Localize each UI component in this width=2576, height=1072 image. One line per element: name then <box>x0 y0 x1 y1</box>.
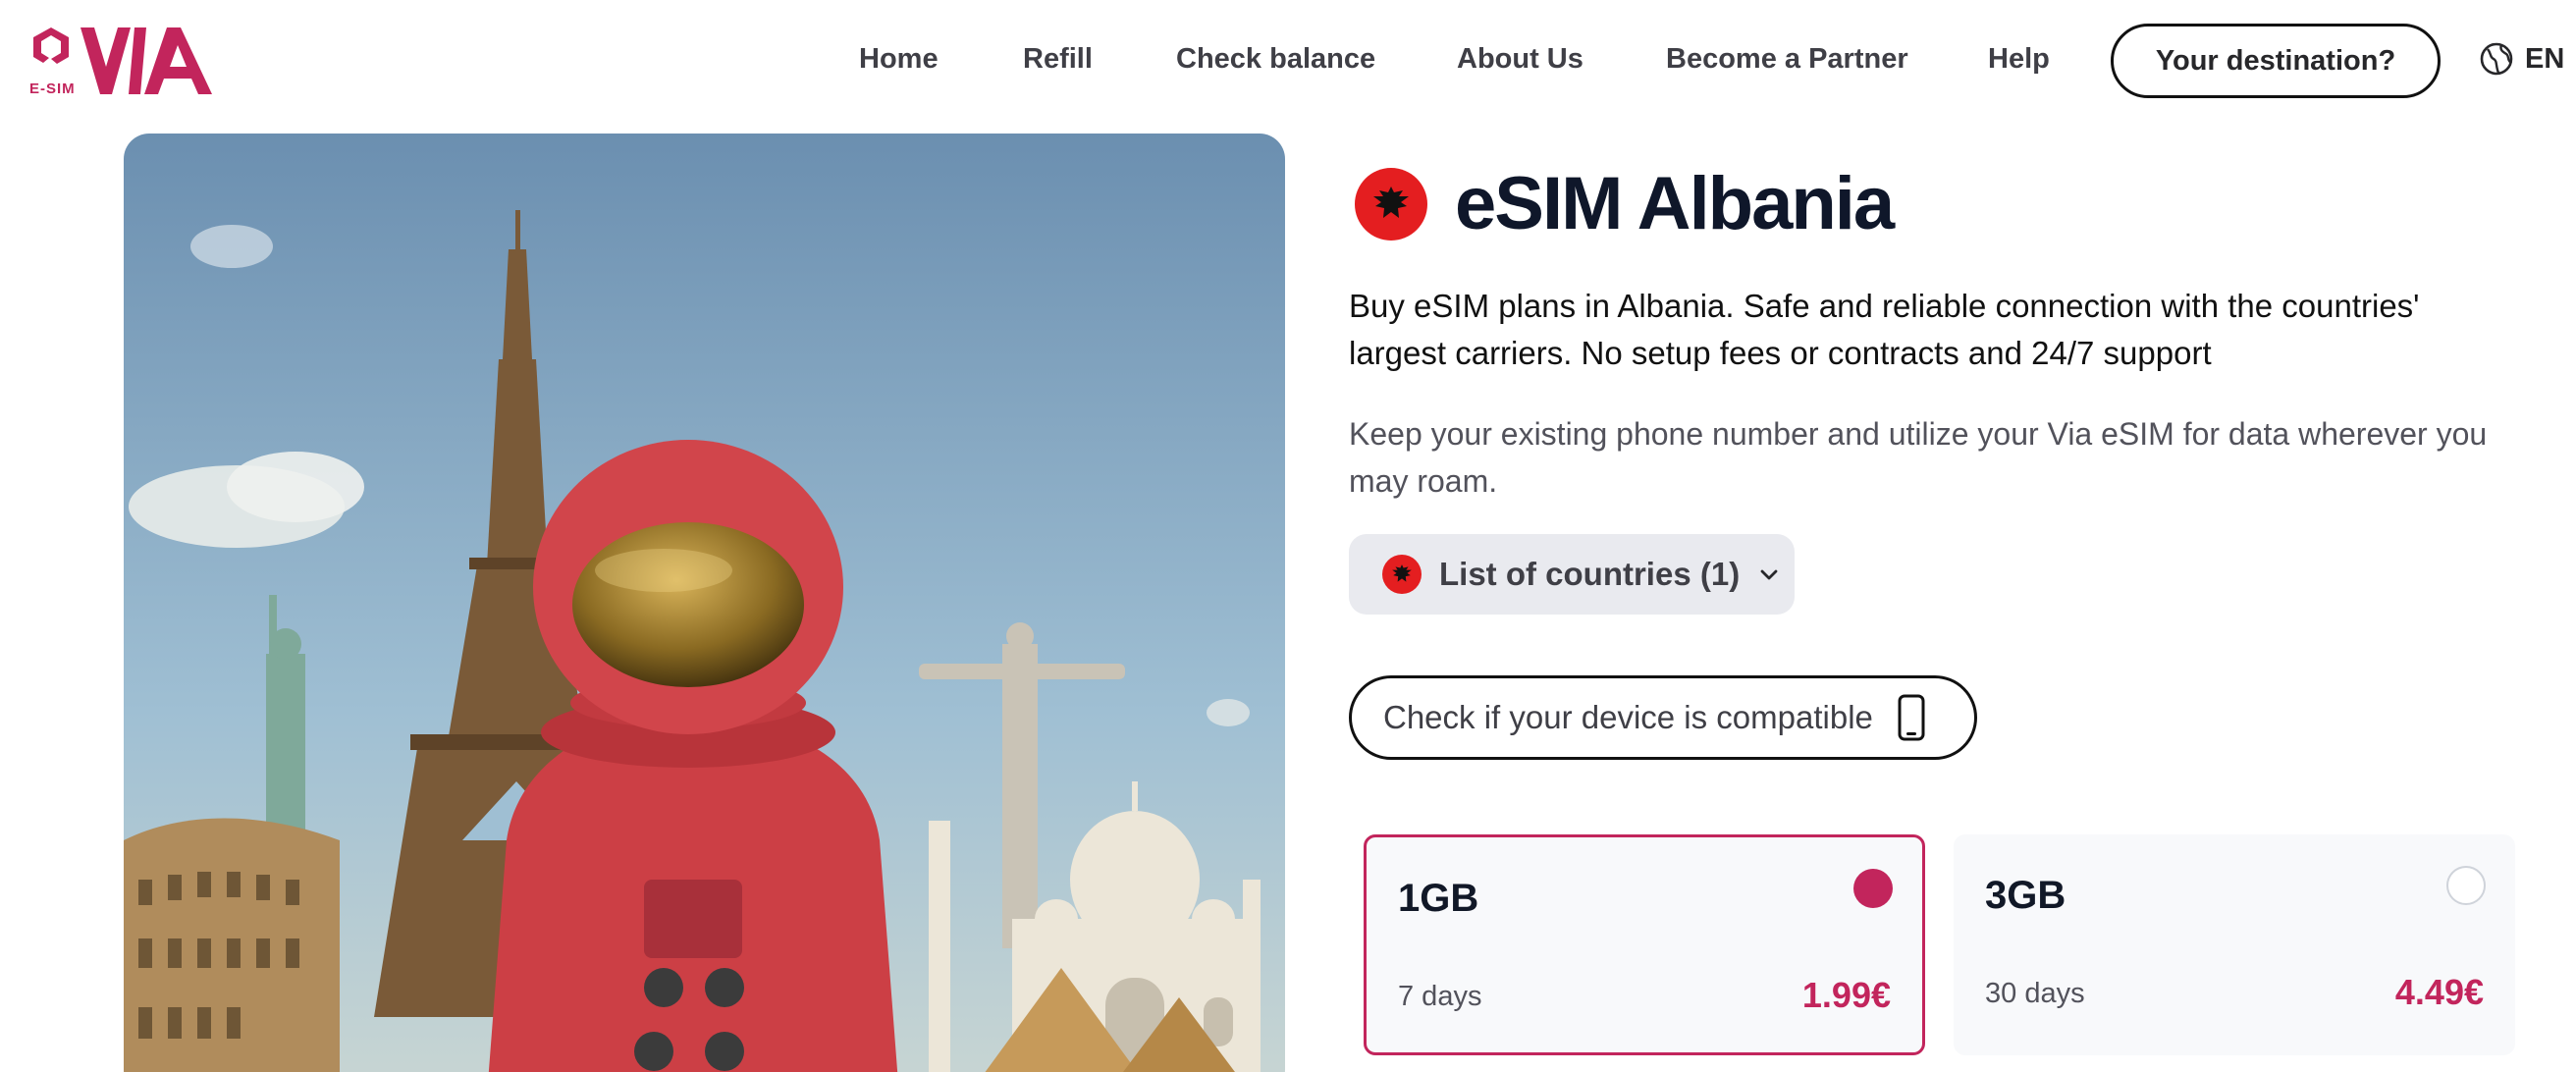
check-compatibility-label: Check if your device is compatible <box>1383 699 1873 735</box>
plan-radio-unselected[interactable] <box>2446 866 2486 905</box>
albania-flag-icon <box>1355 167 1427 241</box>
logo-esim-label: E-SIM <box>29 80 76 97</box>
countries-list-button[interactable]: List of countries (1) <box>1349 534 1795 615</box>
chevron-down-icon <box>1760 569 1778 580</box>
albania-flag-icon <box>1382 555 1422 594</box>
title-row: eSIM Albania <box>1355 161 1895 246</box>
nav-refill[interactable]: Refill <box>1023 37 1093 80</box>
globe-icon <box>2480 42 2513 76</box>
hero-image <box>124 134 1285 1072</box>
plan-days: 30 days <box>1985 978 2085 1009</box>
language-label: EN <box>2525 42 2565 75</box>
language-selector[interactable]: EN <box>2480 37 2564 80</box>
plan-days: 7 days <box>1398 981 1482 1012</box>
plan-card-3gb[interactable]: 3GB 30 days 4.49€ <box>1954 834 2515 1055</box>
nav-home[interactable]: Home <box>859 37 939 80</box>
sub-text: Keep your existing phone number and util… <box>1349 416 2488 499</box>
plan-price: 4.49€ <box>2394 972 2484 1012</box>
page-title: eSIM Albania <box>1455 162 1895 245</box>
eagle-icon <box>1373 186 1409 218</box>
nav-check-balance[interactable]: Check balance <box>1176 37 1375 80</box>
eagle-icon <box>1392 564 1412 582</box>
plan-price: 1.99€ <box>1801 975 1891 1015</box>
countries-list-label: List of countries (1) <box>1439 556 1741 592</box>
plan-size: 1GB <box>1398 877 1479 920</box>
plan-radio-selected[interactable] <box>1853 869 1893 908</box>
check-compatibility-button[interactable]: Check if your device is compatible <box>1349 675 1977 760</box>
landmarks-astronaut-illustration <box>124 134 1285 1072</box>
plan-size: 3GB <box>1985 874 2066 917</box>
nav-help[interactable]: Help <box>1988 37 2050 80</box>
lead-text: Buy eSIM plans in Albania. Safe and reli… <box>1349 288 2420 371</box>
nav-become-partner[interactable]: Become a Partner <box>1666 37 1908 80</box>
nav-about-us[interactable]: About Us <box>1457 37 1583 80</box>
plan-card-1gb[interactable]: 1GB 7 days 1.99€ <box>1364 834 1925 1055</box>
destination-button[interactable]: Your destination? <box>2111 24 2441 98</box>
phone-icon <box>1898 694 1925 741</box>
